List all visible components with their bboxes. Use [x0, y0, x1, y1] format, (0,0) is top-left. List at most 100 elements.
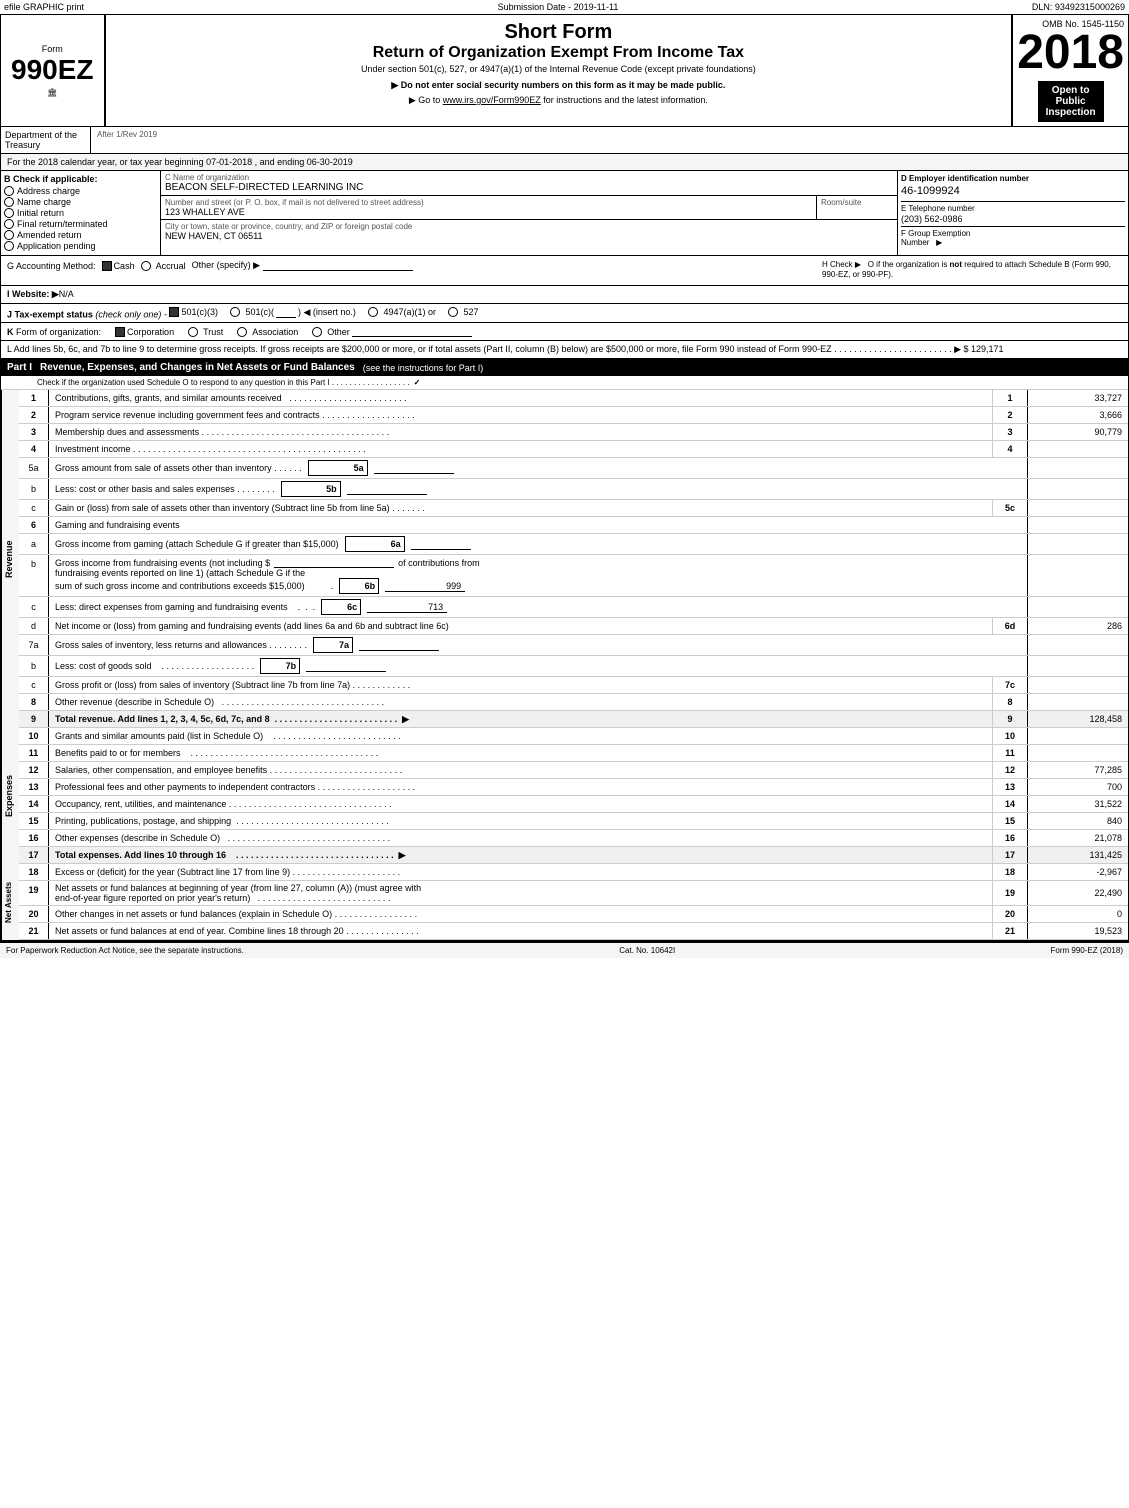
notice1: ▶ Do not enter social security numbers o… — [116, 80, 1002, 91]
row-20-desc: Other changes in net assets or fund bala… — [49, 906, 993, 922]
row-21-num: 21 — [19, 923, 49, 939]
row-5a: 5a Gross amount from sale of assets othe… — [19, 458, 1128, 479]
check-instruction: Check if the organization used Schedule … — [1, 376, 1128, 390]
501c3-option[interactable]: 501(c)(3) — [169, 307, 218, 317]
row-2-desc: Program service revenue including govern… — [49, 407, 993, 423]
row-13-desc: Professional fees and other payments to … — [49, 779, 993, 795]
other-label: Other (specify) ▶ — [192, 260, 413, 271]
row-6d-desc: Net income or (loss) from gaming and fun… — [49, 618, 993, 634]
row-17-num: 17 — [19, 847, 49, 863]
527-option[interactable]: 527 — [448, 307, 478, 317]
irs-icon: 🏛 — [47, 88, 57, 97]
other-org-circle — [312, 327, 322, 337]
corp-checkbox — [115, 327, 125, 337]
trust-label: Trust — [203, 327, 223, 337]
subtitle: Under section 501(c), 527, or 4947(a)(1)… — [116, 64, 1002, 74]
check-app-pending[interactable]: Application pending — [4, 241, 157, 251]
row-8-value — [1028, 694, 1128, 710]
accrual-label: Accrual — [156, 261, 186, 271]
submission-date: Submission Date - 2019-11-11 — [498, 2, 619, 12]
expenses-label: Expenses — [1, 728, 19, 864]
row-6b: b Gross income from fundraising events (… — [19, 555, 1128, 597]
row-19-num: 19 — [19, 881, 49, 905]
return-title: Return of Organization Exempt From Incom… — [116, 44, 1002, 62]
check-initial-return[interactable]: Initial return — [4, 208, 157, 218]
row-13-value: 700 — [1028, 779, 1128, 795]
efile-label: efile GRAPHIC print — [4, 2, 84, 12]
row-7a-alpha: 7a — [19, 635, 49, 655]
row-9-value: 128,458 — [1028, 711, 1128, 727]
open-to-public: Open to Public Inspection — [1038, 81, 1104, 122]
row-9-desc: Total revenue. Add lines 1, 2, 3, 4, 5c,… — [49, 711, 993, 727]
row-16-value: 21,078 — [1028, 830, 1128, 846]
row-8-num: 8 — [19, 694, 49, 710]
501c3-checkbox — [169, 307, 179, 317]
city-value: NEW HAVEN, CT 06511 — [165, 231, 893, 241]
row-6a-desc: Gross income from gaming (attach Schedul… — [49, 534, 993, 554]
row-14-desc: Occupancy, rent, utilities, and maintena… — [49, 796, 993, 812]
footer-middle: Cat. No. 10642I — [619, 946, 675, 955]
h-check-text: H Check ▶ O if the organization is not r… — [822, 260, 1122, 281]
check-final-return[interactable]: Final return/terminated — [4, 219, 157, 229]
row-16: 16 Other expenses (describe in Schedule … — [19, 830, 1128, 847]
row-16-num: 16 — [19, 830, 49, 846]
trust-circle — [188, 327, 198, 337]
accrual-option[interactable]: Accrual — [141, 261, 186, 271]
row-2-value: 3,666 — [1028, 407, 1128, 423]
row-21-value: 19,523 — [1028, 923, 1128, 939]
row-8: 8 Other revenue (describe in Schedule O)… — [19, 694, 1128, 711]
row-12-num: 12 — [19, 762, 49, 778]
row-17: 17 Total expenses. Add lines 10 through … — [19, 847, 1128, 864]
501c-circle — [230, 307, 240, 317]
ein-value: 46-1099924 — [901, 185, 1125, 197]
accounting-label: G Accounting Method: — [7, 261, 96, 271]
row-4-linenum: 4 — [993, 441, 1028, 457]
part-i-label: Part I — [7, 362, 32, 373]
row-18-linenum: 18 — [993, 864, 1028, 880]
501c-option[interactable]: 501(c)( ) ◀ (insert no.) — [230, 307, 355, 318]
org-name-value: BEACON SELF-DIRECTED LEARNING INC — [165, 182, 893, 193]
row-1: 1 Contributions, gifts, grants, and simi… — [19, 390, 1128, 407]
ein-label: D Employer identification number — [901, 174, 1125, 183]
row-6-num: 6 — [19, 517, 49, 533]
row-12-value: 77,285 — [1028, 762, 1128, 778]
website-row: I Website: ▶N/A — [1, 286, 1128, 304]
row-18-num: 18 — [19, 864, 49, 880]
row-20-value: 0 — [1028, 906, 1128, 922]
check-amended-return[interactable]: Amended return — [4, 230, 157, 240]
check-name-change[interactable]: Name charge — [4, 197, 157, 207]
notice2: ▶ Go to www.irs.gov/Form990EZ for instru… — [116, 95, 1002, 106]
row-3: 3 Membership dues and assessments . . . … — [19, 424, 1128, 441]
row-10-linenum: 10 — [993, 728, 1028, 744]
row-14-value: 31,522 — [1028, 796, 1128, 812]
row-6d: d Net income or (loss) from gaming and f… — [19, 618, 1128, 635]
check-address-change[interactable]: Address charge — [4, 186, 157, 196]
form-label: Form — [42, 44, 63, 54]
other-org-option[interactable]: Other — [312, 326, 472, 337]
trust-option[interactable]: Trust — [188, 327, 223, 337]
row-4-desc: Investment income . . . . . . . . . . . … — [49, 441, 993, 457]
cash-option[interactable]: Cash — [102, 261, 135, 271]
corp-option[interactable]: Corporation — [115, 327, 174, 337]
row-16-linenum: 16 — [993, 830, 1028, 846]
row-5c-value — [1028, 500, 1128, 516]
amended-return-circle — [4, 230, 14, 240]
form-org-row: K Form of organization: Corporation Trus… — [1, 323, 1128, 341]
form-org-label: K Form of organization: — [7, 327, 101, 337]
row-6-desc: Gaming and fundraising events — [49, 517, 993, 533]
row-7c-linenum: 7c — [993, 677, 1028, 693]
row-10-value — [1028, 728, 1128, 744]
line-l: L Add lines 5b, 6c, and 7b to line 9 to … — [1, 341, 1128, 359]
4947-option[interactable]: 4947(a)(1) or — [368, 307, 436, 317]
dept-treasury: Department of theTreasury — [1, 127, 91, 153]
row-5c: c Gain or (loss) from sale of assets oth… — [19, 500, 1128, 517]
row-6d-alpha: d — [19, 618, 49, 634]
address-value: 123 WHALLEY AVE — [165, 207, 812, 217]
row-10: 10 Grants and similar amounts paid (list… — [19, 728, 1128, 745]
row-6c-alpha: c — [19, 597, 49, 617]
assoc-option[interactable]: Association — [237, 327, 298, 337]
row-1-linenum: 1 — [993, 390, 1028, 406]
501c-paren: ) ◀ (insert no.) — [298, 307, 356, 318]
row-11-desc: Benefits paid to or for members . . . . … — [49, 745, 993, 761]
row-19-linenum: 19 — [993, 881, 1028, 905]
